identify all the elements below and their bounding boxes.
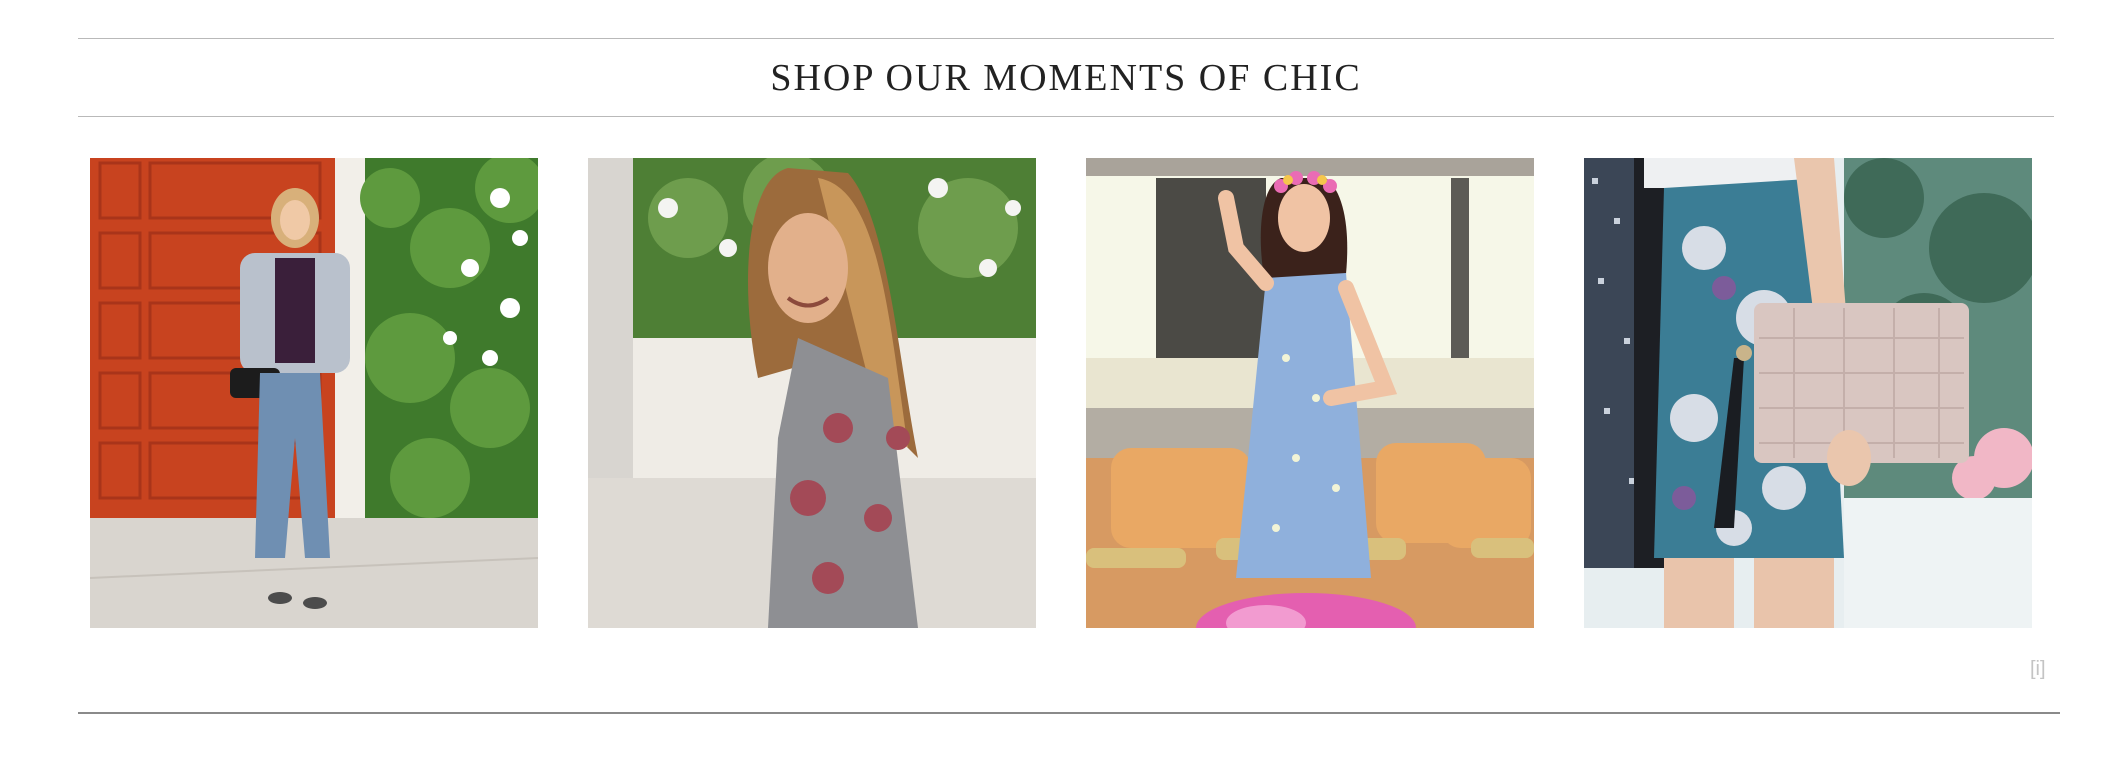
info-link[interactable]: [i] bbox=[2030, 658, 2046, 681]
bottom-divider bbox=[78, 712, 2060, 714]
title-divider bbox=[78, 116, 2054, 117]
section-title: SHOP OUR MOMENTS OF CHIC bbox=[770, 57, 1362, 99]
photo-4-image bbox=[1584, 158, 2032, 628]
photo-3-image bbox=[1086, 158, 1534, 628]
photo-2-image bbox=[588, 158, 1036, 628]
top-divider bbox=[78, 38, 2054, 39]
shop-photo-3[interactable] bbox=[1086, 158, 1534, 628]
photo-1-image bbox=[90, 158, 538, 628]
shop-photo-1[interactable] bbox=[90, 158, 538, 628]
shop-photo-2[interactable] bbox=[588, 158, 1036, 628]
shop-photo-4[interactable] bbox=[1584, 158, 2032, 628]
